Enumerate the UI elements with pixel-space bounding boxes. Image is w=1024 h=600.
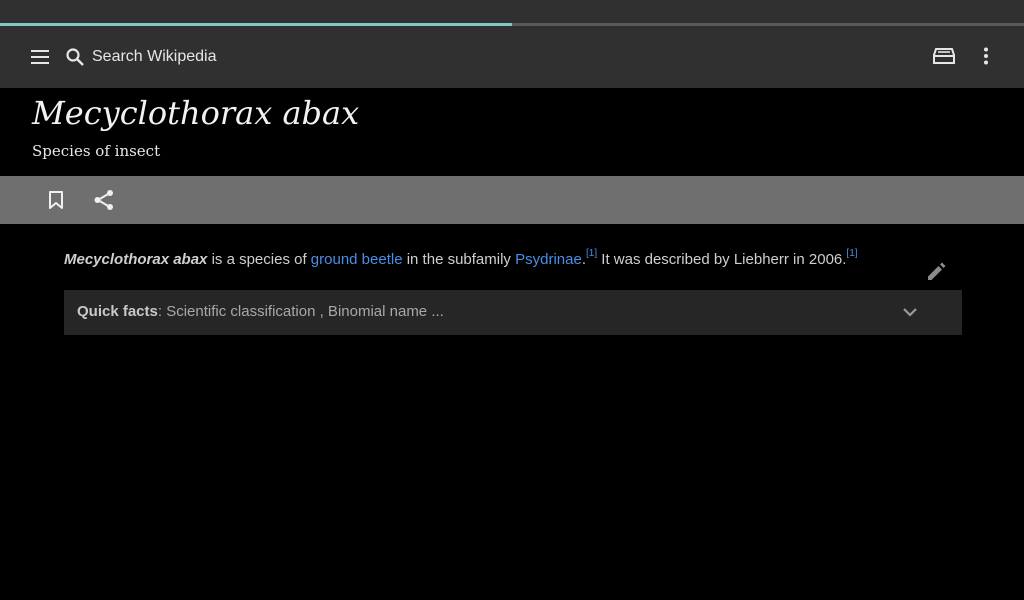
share-button[interactable] (88, 184, 120, 216)
article-subject: Mecyclothorax abax (64, 251, 208, 268)
reading-lists-button[interactable] (928, 40, 960, 72)
link-ground-beetle[interactable]: ground beetle (311, 251, 403, 268)
reading-lists-icon (933, 48, 955, 64)
lead-text: is a species of (207, 251, 311, 268)
chevron-down-icon (898, 300, 922, 324)
lead-text: in the subfamily (402, 251, 516, 268)
pencil-edit-icon (928, 262, 946, 280)
article-header: Mecyclothorax abax Species of insect (0, 88, 1024, 176)
quick-facts-label: Quick facts (77, 303, 158, 320)
lead-text: It was described by Liebherr in 2006. (597, 251, 847, 268)
article-action-bar (0, 176, 1024, 224)
page-description: Species of insect (32, 142, 161, 160)
bookmark-button[interactable] (40, 184, 72, 216)
reference-link[interactable]: [1] (846, 248, 857, 259)
menu-button[interactable] (24, 41, 56, 73)
top-toolbar: Search Wikipedia (0, 26, 1024, 88)
search-icon (62, 44, 88, 70)
more-vert-icon (984, 47, 988, 65)
bookmark-icon (49, 191, 63, 209)
hamburger-menu-icon (31, 50, 49, 64)
edit-section-button[interactable] (920, 256, 952, 288)
quick-facts-text: Quick facts: Scientific classification ,… (77, 303, 444, 320)
reference-link[interactable]: [1] (586, 248, 597, 259)
status-bar (0, 0, 1024, 24)
quick-facts-panel[interactable]: Quick facts: Scientific classification ,… (64, 290, 962, 335)
search-placeholder: Search Wikipedia (92, 48, 217, 65)
quick-facts-summary: : Scientific classification , Binomial n… (157, 303, 444, 320)
share-icon (94, 190, 113, 210)
page-title: Mecyclothorax abax (32, 94, 360, 132)
more-options-button[interactable] (970, 40, 1002, 72)
search-input[interactable]: Search Wikipedia (62, 40, 562, 74)
lead-paragraph: Mecyclothorax abax is a species of groun… (64, 246, 904, 274)
link-psydrinae[interactable]: Psydrinae (515, 251, 582, 268)
